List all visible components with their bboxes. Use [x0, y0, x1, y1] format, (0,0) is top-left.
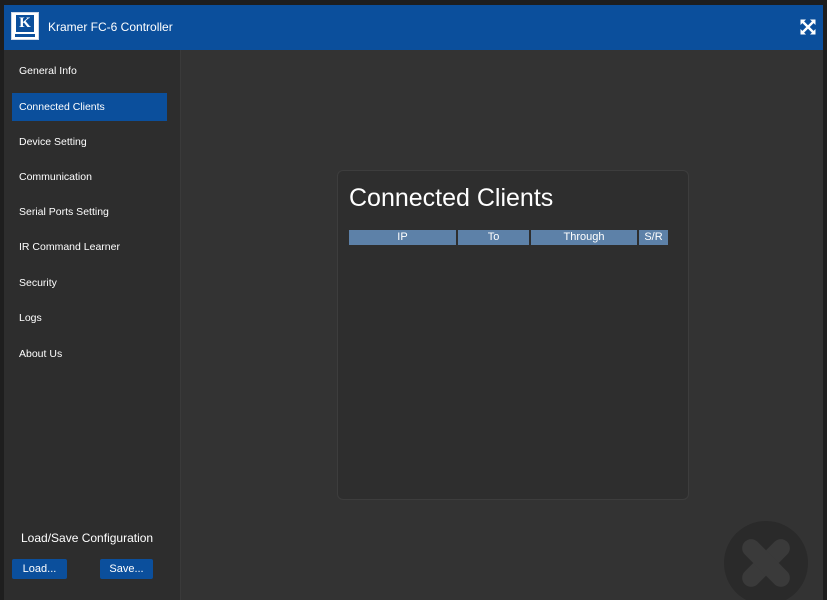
sidebar-item-device-setting[interactable]: Device Setting — [12, 128, 167, 156]
load-button[interactable]: Load... — [12, 559, 67, 579]
connected-clients-panel: Connected Clients IP To Through S/R — [337, 170, 689, 500]
page-title: Connected Clients — [349, 184, 554, 212]
sidebar-item-about-us[interactable]: About Us — [12, 340, 167, 368]
sidebar-item-serial-ports-setting[interactable]: Serial Ports Setting — [12, 198, 167, 226]
save-button[interactable]: Save... — [100, 559, 153, 579]
sidebar-item-security[interactable]: Security — [12, 269, 167, 297]
column-header-sr: S/R — [639, 230, 668, 245]
column-header-to: To — [458, 230, 529, 245]
sidebar-item-general-info[interactable]: General Info — [12, 57, 167, 85]
app-title: Kramer FC-6 Controller — [48, 20, 173, 34]
main-content: Connected Clients IP To Through S/R — [181, 50, 823, 600]
logo-letter: K — [16, 15, 34, 32]
header-bar: K Kramer FC-6 Controller — [4, 5, 823, 50]
sidebar-item-communication[interactable]: Communication — [12, 163, 167, 191]
column-header-ip: IP — [349, 230, 456, 245]
sidebar-item-ir-command-learner[interactable]: IR Command Learner — [12, 233, 167, 261]
sidebar-item-logs[interactable]: Logs — [12, 304, 167, 332]
sidebar: General Info Connected Clients Device Se… — [4, 50, 180, 600]
kramer-logo: K — [11, 12, 39, 40]
load-save-config-title: Load/Save Configuration — [21, 531, 154, 545]
sidebar-item-connected-clients[interactable]: Connected Clients — [12, 93, 167, 121]
column-header-through: Through — [531, 230, 637, 245]
kramer-watermark-icon — [724, 521, 808, 600]
logo-underline — [15, 34, 35, 37]
fullscreen-toggle-icon[interactable] — [799, 18, 817, 36]
